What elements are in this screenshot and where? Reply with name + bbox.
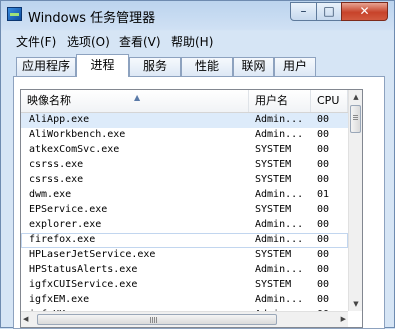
process-cpu: 00 (317, 234, 330, 245)
process-user: SYSTEM (255, 249, 292, 260)
scroll-down-icon[interactable]: ▼ (349, 297, 362, 311)
process-row[interactable]: EPService.exe SYSTEM 00 (21, 203, 348, 218)
process-row[interactable]: HPStatusAlerts.exe Admin... 00 (21, 263, 348, 278)
tab-strip: 应用程序 进程 服务 性能 联网 用户 (13, 54, 385, 77)
process-name: csrss.exe (29, 174, 84, 185)
process-row[interactable]: AliWorkbench.exe Admin... 00 (21, 128, 348, 143)
process-user: Admin... (255, 219, 304, 230)
window-title: Windows 任务管理器 (28, 11, 156, 26)
column-cpu[interactable]: CPU (311, 90, 348, 112)
process-row[interactable]: atkexComSvc.exe SYSTEM 00 (21, 143, 348, 158)
process-cpu: 00 (317, 144, 330, 155)
horizontal-scroll-thumb[interactable] (37, 314, 277, 325)
column-image-name-label: 映像名称 (27, 94, 71, 107)
process-user: Admin... (255, 294, 304, 305)
process-rows: AliApp.exe Admin... 00 AliWorkbench.exe Admi… (21, 113, 348, 323)
tab-networking[interactable]: 联网 (233, 57, 274, 76)
list-header: 映像名称 ▲ 用户名 CPU (21, 90, 348, 113)
process-user: SYSTEM (255, 144, 292, 155)
process-name: csrss.exe (29, 159, 84, 170)
column-user-name[interactable]: 用户名 (249, 90, 311, 112)
process-user: SYSTEM (255, 279, 292, 290)
process-row[interactable]: AliApp.exe Admin... 00 (21, 113, 348, 128)
process-cpu: 01 (317, 189, 330, 200)
process-cpu: 00 (317, 204, 330, 215)
process-cpu: 00 (317, 129, 330, 140)
vertical-scroll-thumb[interactable] (350, 105, 361, 133)
minimize-button[interactable]: – (290, 2, 317, 21)
process-cpu: 00 (317, 294, 330, 305)
process-user: Admin... (255, 264, 304, 275)
sort-ascending-icon: ▲ (134, 93, 141, 102)
tab-processes[interactable]: 进程 (76, 54, 129, 77)
process-cpu: 00 (317, 159, 330, 170)
process-row[interactable]: csrss.exe SYSTEM 00 (21, 173, 348, 188)
horizontal-scrollbar[interactable]: ◀ ▶ (21, 311, 348, 327)
process-row[interactable]: csrss.exe SYSTEM 00 (21, 158, 348, 173)
process-user: Admin... (255, 129, 304, 140)
menu-bar: 文件(F) 选项(O) 查看(V) 帮助(H) (6, 31, 391, 50)
close-button[interactable]: ✕ (341, 2, 388, 21)
process-cpu: 00 (317, 279, 330, 290)
scroll-left-icon[interactable]: ◀ (23, 315, 28, 323)
process-name: EPService.exe (29, 204, 108, 215)
menu-help[interactable]: 帮助(H) (171, 33, 213, 50)
process-row[interactable]: dwm.exe Admin... 01 (21, 188, 348, 203)
menu-view[interactable]: 查看(V) (119, 33, 161, 50)
tab-performance[interactable]: 性能 (181, 57, 233, 76)
process-name: AliApp.exe (29, 114, 90, 125)
process-name: igfxEM.exe (29, 294, 90, 305)
process-user: SYSTEM (255, 204, 292, 215)
title-bar[interactable]: Windows 任务管理器 – □ ✕ (1, 1, 394, 29)
menu-options[interactable]: 选项(O) (67, 33, 110, 50)
vertical-scrollbar[interactable]: ▲ ▼ (348, 90, 362, 311)
scroll-right-icon[interactable]: ▶ (341, 315, 346, 323)
process-cpu: 00 (317, 114, 330, 125)
process-user: SYSTEM (255, 159, 292, 170)
task-manager-icon (7, 7, 22, 21)
process-row[interactable]: igfxEM.exe Admin... 00 (21, 293, 348, 308)
process-list[interactable]: 映像名称 ▲ 用户名 CPU AliApp.exe Admin... 00 AliWo… (20, 89, 363, 328)
process-name: HPLaserJetService.exe (29, 249, 156, 260)
column-image-name[interactable]: 映像名称 ▲ (21, 90, 249, 112)
process-row[interactable]: firefox.exe Admin... 00 (21, 233, 348, 248)
tab-services[interactable]: 服务 (129, 57, 181, 76)
tab-applications[interactable]: 应用程序 (16, 57, 76, 76)
process-row[interactable]: igfxCUIService.exe SYSTEM 00 (21, 278, 348, 293)
process-cpu: 00 (317, 249, 330, 260)
process-cpu: 00 (317, 174, 330, 185)
maximize-button[interactable]: □ (316, 2, 342, 21)
tab-users[interactable]: 用户 (274, 57, 316, 76)
process-row[interactable]: HPLaserJetService.exe SYSTEM 00 (21, 248, 348, 263)
process-cpu: 00 (317, 219, 330, 230)
process-row[interactable]: explorer.exe Admin... 00 (21, 218, 348, 233)
process-name: igfxCUIService.exe (29, 279, 138, 290)
process-name: atkexComSvc.exe (29, 144, 120, 155)
process-name: HPStatusAlerts.exe (29, 264, 138, 275)
scroll-up-icon[interactable]: ▲ (349, 90, 362, 104)
process-name: AliWorkbench.exe (29, 129, 126, 140)
process-name: firefox.exe (29, 234, 96, 245)
process-cpu: 00 (317, 264, 330, 275)
process-name: explorer.exe (29, 219, 102, 230)
process-user: SYSTEM (255, 174, 292, 185)
process-user: Admin... (255, 234, 304, 245)
process-name: dwm.exe (29, 189, 72, 200)
process-user: Admin... (255, 189, 304, 200)
process-user: Admin... (255, 114, 304, 125)
menu-file[interactable]: 文件(F) (16, 33, 56, 50)
